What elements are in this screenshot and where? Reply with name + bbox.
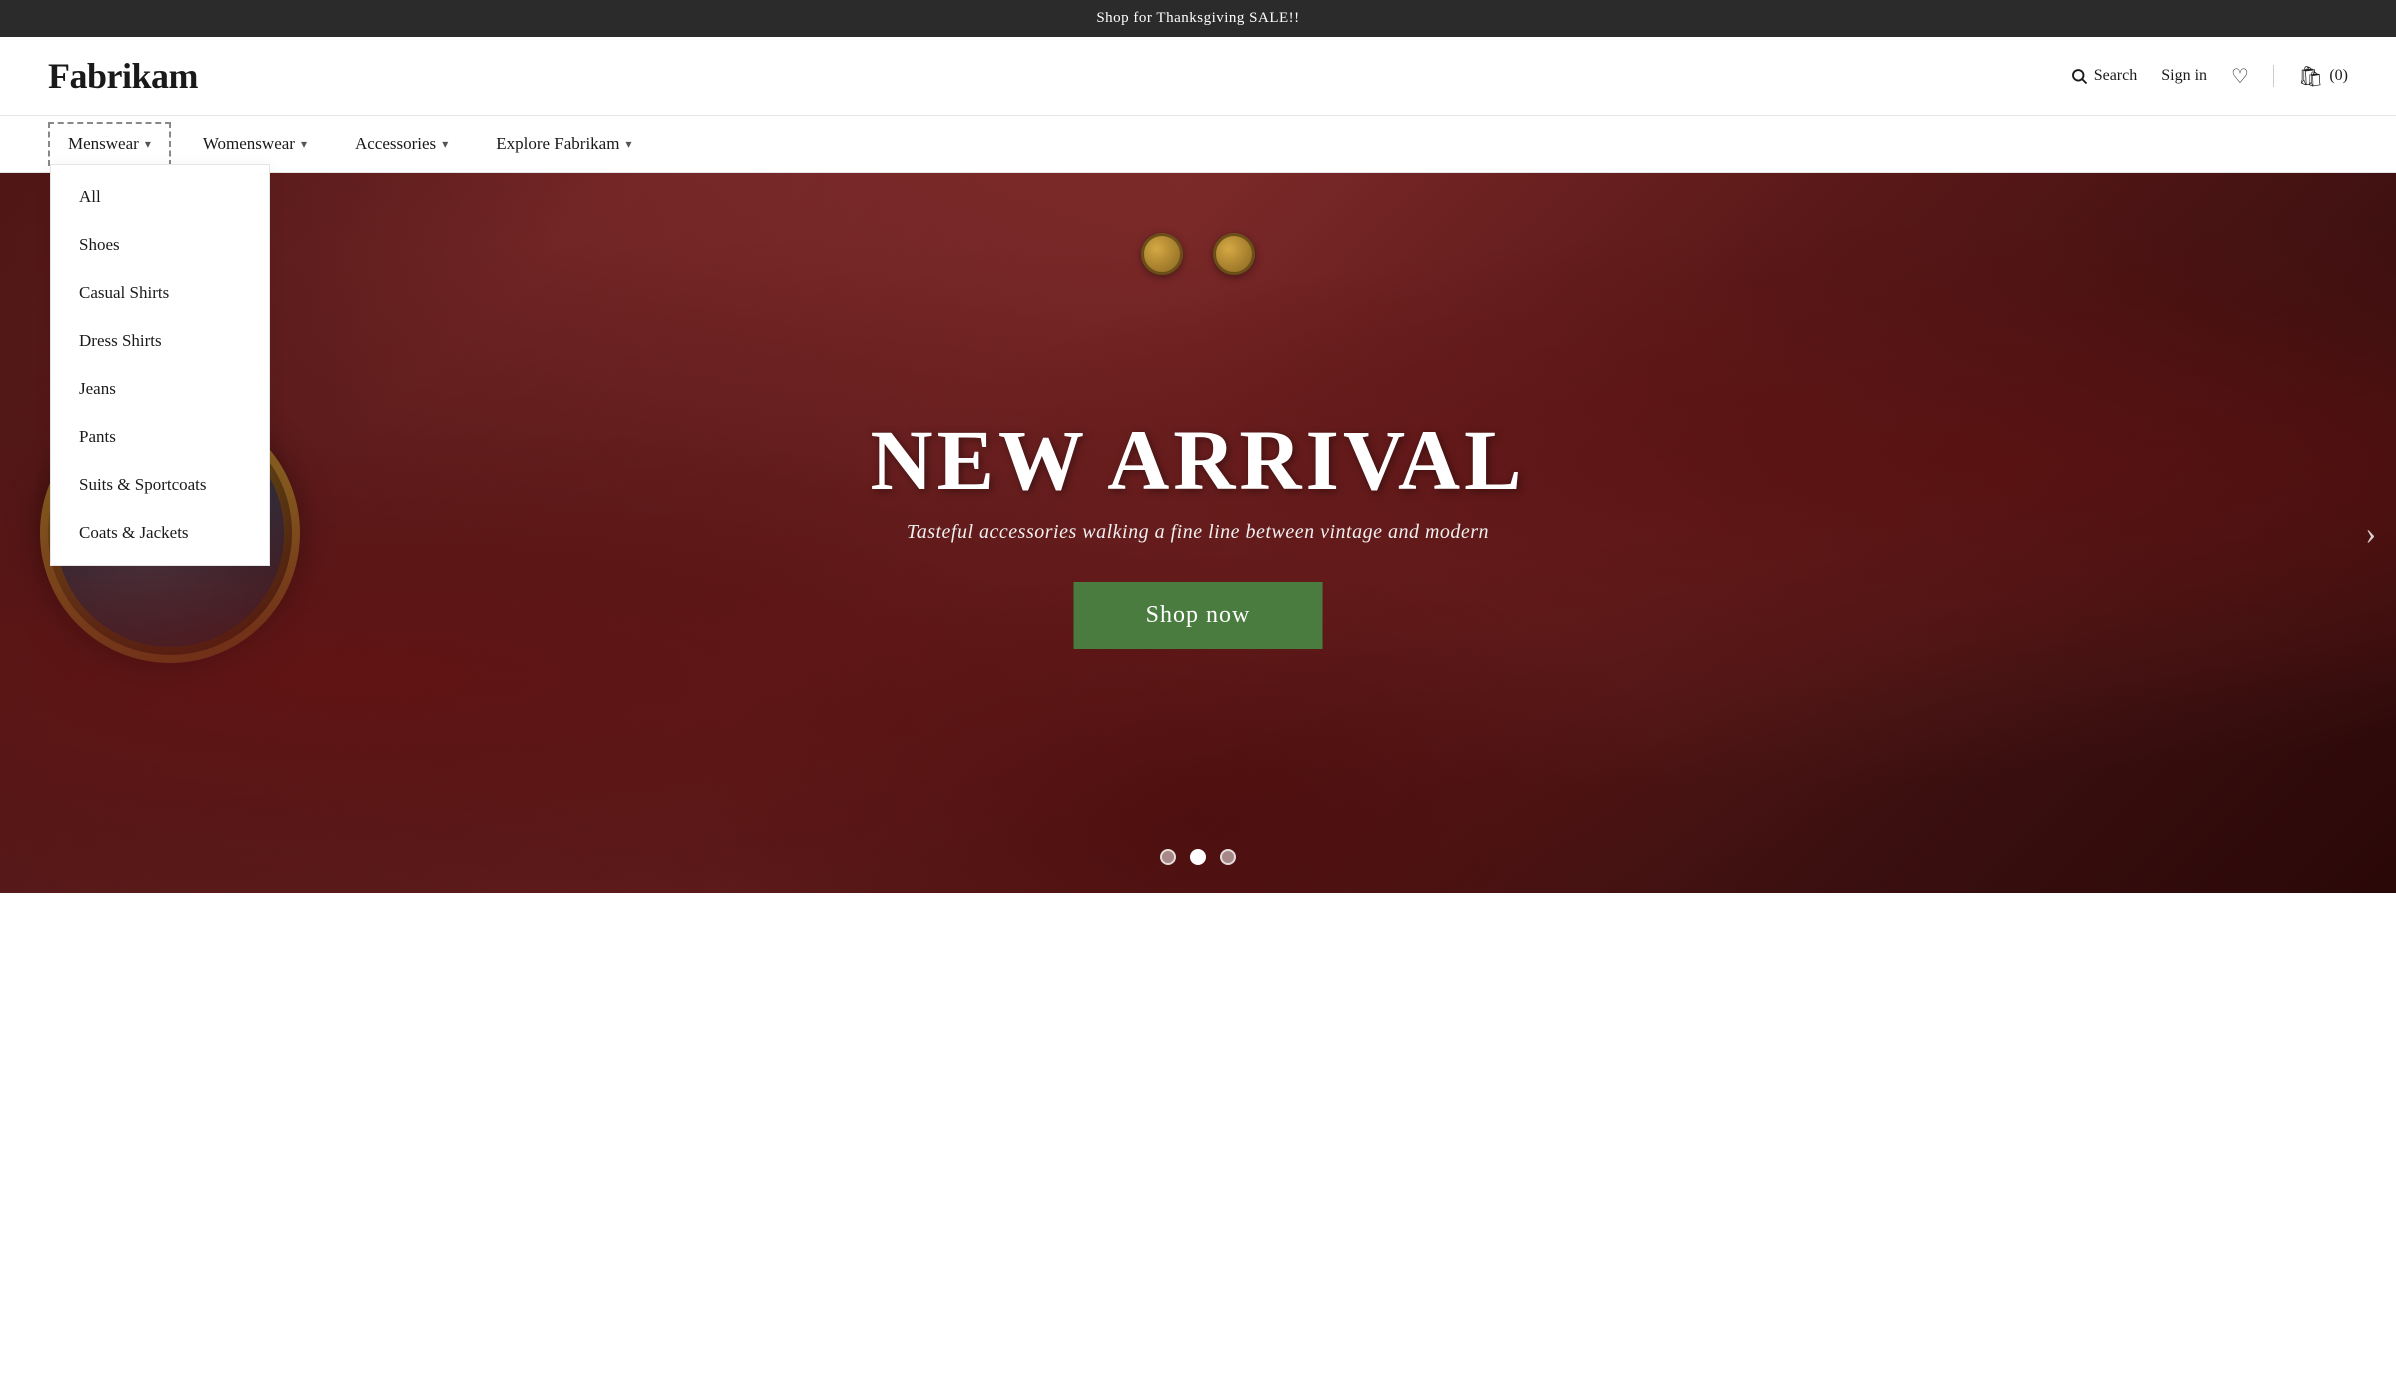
nav-label-accessories: Accessories <box>355 134 436 154</box>
chevron-down-icon: ▾ <box>145 137 151 152</box>
hero-title: NEW ARRIVAL <box>871 417 1526 503</box>
nav-item-accessories[interactable]: Accessories ▾ <box>331 116 472 172</box>
nav-label-menswear: Menswear <box>68 134 139 154</box>
carousel-dots <box>1160 849 1236 865</box>
announcement-bar: Shop for Thanksgiving SALE!! <box>0 0 2396 37</box>
search-label: Search <box>2094 67 2138 85</box>
heart-icon: ♡ <box>2231 64 2249 89</box>
cart-button[interactable]: 🛍 (0) <box>2298 64 2348 89</box>
search-button[interactable]: Search <box>2070 67 2138 85</box>
bag-icon: 🛍 <box>2298 64 2323 89</box>
signin-button[interactable]: Sign in <box>2161 67 2207 85</box>
hero-content: NEW ARRIVAL Tasteful accessories walking… <box>871 417 1526 649</box>
menswear-dropdown: All Shoes Casual Shirts Dress Shirts Jea… <box>50 164 270 566</box>
dropdown-item-dress-shirts[interactable]: Dress Shirts <box>51 317 269 365</box>
nav-item-menswear[interactable]: Menswear ▾ All Shoes Casual Shirts Dress… <box>48 122 171 166</box>
nav-label-womenswear: Womenswear <box>203 134 295 154</box>
hero-subtitle: Tasteful accessories walking a fine line… <box>871 521 1526 544</box>
chevron-down-icon-accessories: ▾ <box>442 137 448 152</box>
dropdown-item-coats[interactable]: Coats & Jackets <box>51 509 269 557</box>
carousel-dot-1[interactable] <box>1160 849 1176 865</box>
logo[interactable]: Fabrikam <box>48 55 198 97</box>
chevron-down-icon-explore: ▾ <box>625 137 631 152</box>
nav-label-explore: Explore Fabrikam <box>496 134 619 154</box>
carousel-next-button[interactable]: › <box>2365 515 2376 552</box>
announcement-text: Shop for Thanksgiving SALE!! <box>1096 10 1299 26</box>
wishlist-button[interactable]: ♡ <box>2231 64 2249 89</box>
header: Fabrikam Search Sign in ♡ 🛍 (0) <box>0 37 2396 116</box>
jacket-buttons-decoration <box>1141 233 1255 275</box>
search-icon <box>2070 67 2088 85</box>
button-decoration-1 <box>1141 233 1183 275</box>
carousel-dot-2[interactable] <box>1190 849 1206 865</box>
cart-count: (0) <box>2329 67 2348 85</box>
dropdown-item-casual-shirts[interactable]: Casual Shirts <box>51 269 269 317</box>
dropdown-item-all[interactable]: All <box>51 173 269 221</box>
header-actions: Search Sign in ♡ 🛍 (0) <box>2070 64 2348 89</box>
hero-section: NEW ARRIVAL Tasteful accessories walking… <box>0 173 2396 893</box>
dropdown-item-suits[interactable]: Suits & Sportcoats <box>51 461 269 509</box>
main-nav: Menswear ▾ All Shoes Casual Shirts Dress… <box>0 116 2396 173</box>
dropdown-item-pants[interactable]: Pants <box>51 413 269 461</box>
button-decoration-2 <box>1213 233 1255 275</box>
dropdown-item-shoes[interactable]: Shoes <box>51 221 269 269</box>
carousel-dot-3[interactable] <box>1220 849 1236 865</box>
dropdown-item-jeans[interactable]: Jeans <box>51 365 269 413</box>
chevron-down-icon-womenswear: ▾ <box>301 137 307 152</box>
signin-label: Sign in <box>2161 67 2207 85</box>
shop-now-button[interactable]: Shop now <box>1074 582 1323 649</box>
header-divider <box>2273 65 2274 87</box>
nav-item-explore[interactable]: Explore Fabrikam ▾ <box>472 116 655 172</box>
